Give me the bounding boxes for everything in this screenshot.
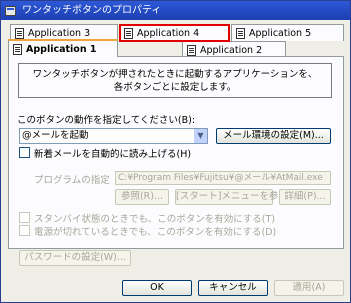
page-icon [236,27,245,39]
highlight-frame [119,24,230,42]
program-label: プログラムの指定 [34,175,110,186]
apply-button[interactable]: 適用(A) [274,280,344,296]
action-label: このボタンの動作を指定してください(B): [17,115,196,126]
page-icon [187,44,196,56]
cancel-button[interactable]: キャンセル [198,280,268,296]
tab-application-5[interactable]: Application 5 [231,24,344,41]
chevron-down-icon[interactable]: ▼ [193,129,207,143]
standby-checkbox[interactable] [19,212,30,223]
new-mail-checkbox[interactable] [19,147,30,158]
app-icon [4,4,18,18]
tab-label: Application 5 [249,27,312,39]
action-select-value: @メールを起動 [22,130,89,141]
start-menu-browse-button[interactable]: [スタート]メニューを参照(S)... [175,189,310,205]
title-bar[interactable]: ワンタッチボタンのプロパティ [1,1,350,20]
standby-checkbox-label: スタンバイ状態のときでも、このボタンを有効にする(T) [34,214,276,225]
new-mail-checkbox-label: 新着メールを自動的に読み上げる(H) [34,149,192,160]
program-path-field[interactable]: C:¥Program Files¥Fujitsu¥@メール¥AtMail.exe [115,171,331,185]
description-line-2: 各ボタンごとに設定します。 [113,82,237,93]
power-off-checkbox-label: 電源が切れているときでも、このボタンを有効にする(D) [34,227,277,238]
properties-window: ワンタッチボタンのプロパティ Application 3 Application… [0,0,351,303]
page-icon [13,43,22,55]
tab-label: Application 1 [26,43,97,55]
details-button[interactable]: 詳細(P)... [279,189,331,205]
window-title: ワンタッチボタンのプロパティ [22,5,162,16]
page-icon [15,27,24,39]
tab-application-1[interactable]: Application 1 [8,39,118,57]
action-select[interactable]: @メールを起動 ▼ [19,128,208,144]
ok-button[interactable]: OK [122,280,192,296]
power-off-checkbox[interactable] [19,225,30,236]
mail-settings-button[interactable]: メール環境の設定(M)... [216,128,331,144]
description-line-1: ワンタッチボタンが押されたときに起動するアプリケーションを、 [32,69,318,80]
browse-button[interactable]: 参照(R)... [115,189,169,205]
password-button[interactable]: パスワードの設定(W)... [19,250,131,266]
description-box: ワンタッチボタンが押されたときに起動するアプリケーションを、 各ボタンごとに設定… [18,63,332,98]
